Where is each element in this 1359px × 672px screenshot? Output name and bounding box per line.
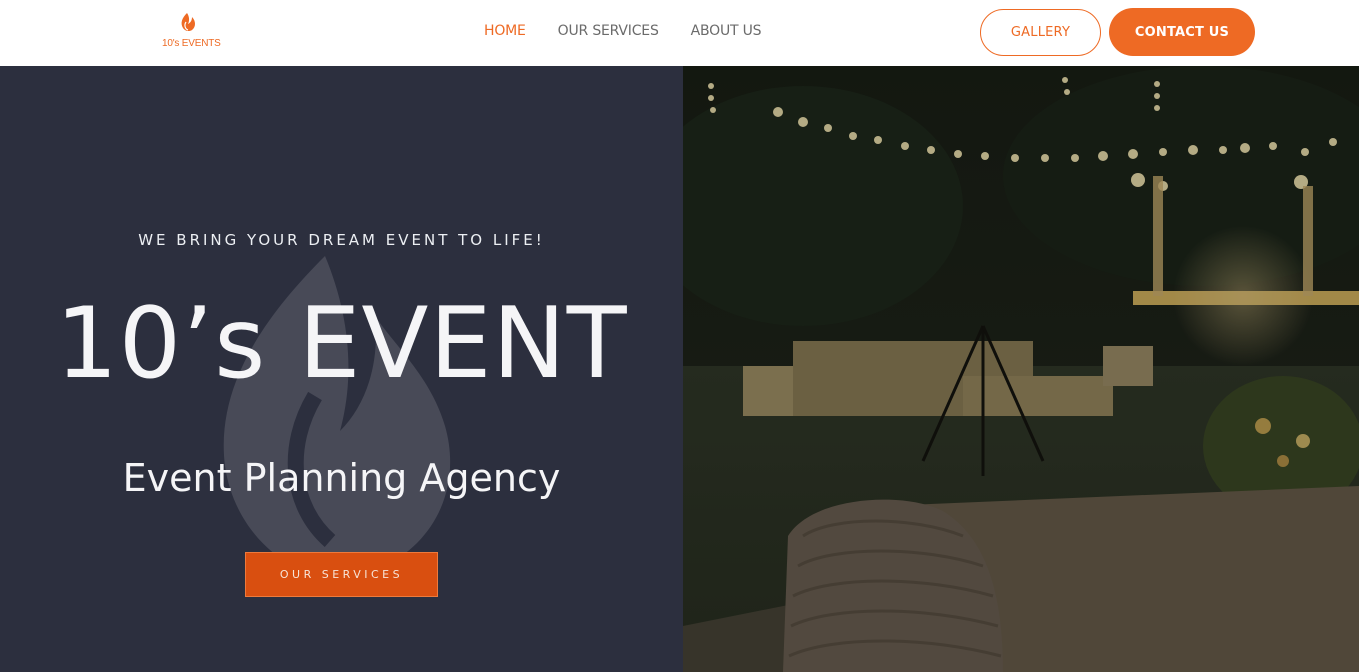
hero-photo	[683, 66, 1359, 672]
nav-about-us[interactable]: ABOUT US	[691, 23, 762, 39]
hero-title: 10’s EVENT	[55, 287, 628, 401]
hero-tagline: WE BRING YOUR DREAM EVENT TO LIFE!	[138, 231, 545, 249]
flame-logo-icon	[181, 13, 195, 32]
hero-subtitle: Event Planning Agency	[122, 456, 561, 500]
site-header: 10's EVENTS HOME OUR SERVICES ABOUT US G…	[0, 0, 1359, 66]
event-venue-photo	[683, 66, 1359, 672]
contact-us-button[interactable]: CONTACT US	[1109, 8, 1255, 56]
our-services-button[interactable]: OUR SERVICES	[245, 552, 438, 597]
main-nav: HOME OUR SERVICES ABOUT US	[484, 23, 793, 39]
logo-text: 10's EVENTS	[162, 38, 221, 49]
nav-home[interactable]: HOME	[484, 23, 526, 39]
logo[interactable]: 10's EVENTS	[158, 12, 224, 52]
gallery-button[interactable]: GALLERY	[980, 9, 1101, 56]
hero-panel: WE BRING YOUR DREAM EVENT TO LIFE! 10’s …	[0, 66, 683, 672]
nav-our-services[interactable]: OUR SERVICES	[558, 23, 659, 39]
